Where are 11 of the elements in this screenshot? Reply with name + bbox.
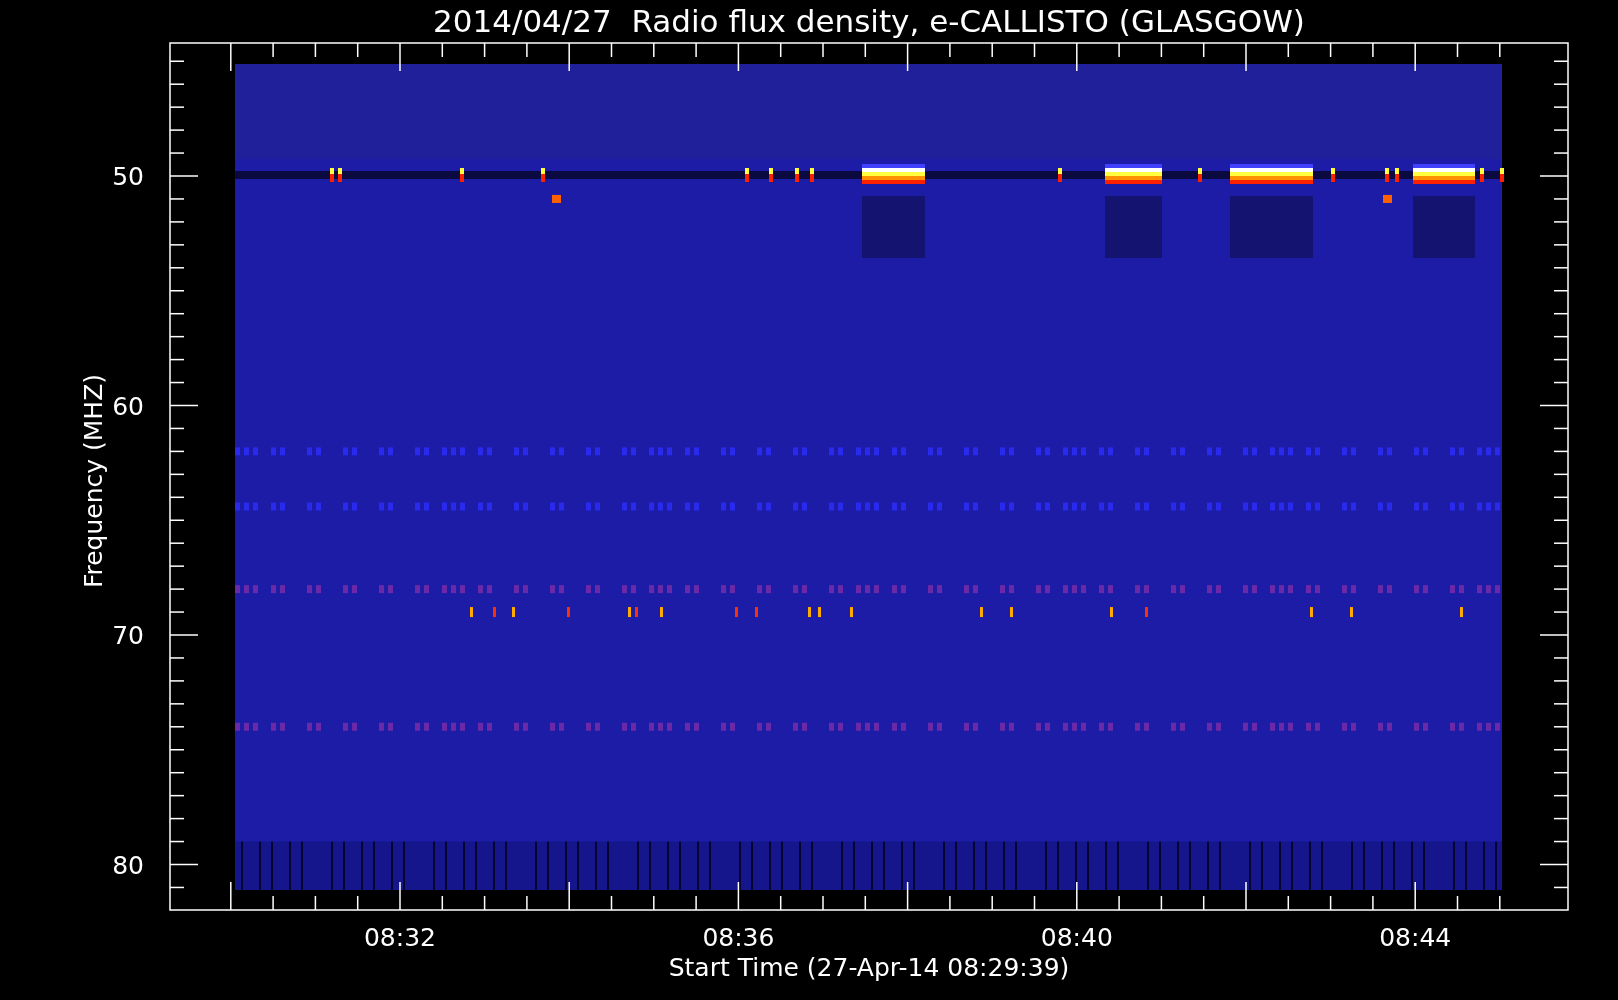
x-tick-label: 08:40 xyxy=(1040,923,1113,952)
y-tick-label: 80 xyxy=(112,850,144,880)
x-tick-label: 08:44 xyxy=(1379,923,1452,952)
x-tick-label: 08:36 xyxy=(702,923,775,952)
y-axis-label: Frequency (MHZ) xyxy=(79,373,108,589)
chart-title: 2014/04/27 Radio flux density, e-CALLISTO (GLASGOW) xyxy=(433,3,1305,39)
x-tick-label: 08:32 xyxy=(364,923,436,952)
y-tick-label: 60 xyxy=(112,391,144,421)
x-axis-label: Start Time (27-Apr-14 08:29:39) xyxy=(668,953,1070,982)
y-tick-label: 50 xyxy=(112,162,144,191)
y-tick-label: 70 xyxy=(112,621,144,650)
